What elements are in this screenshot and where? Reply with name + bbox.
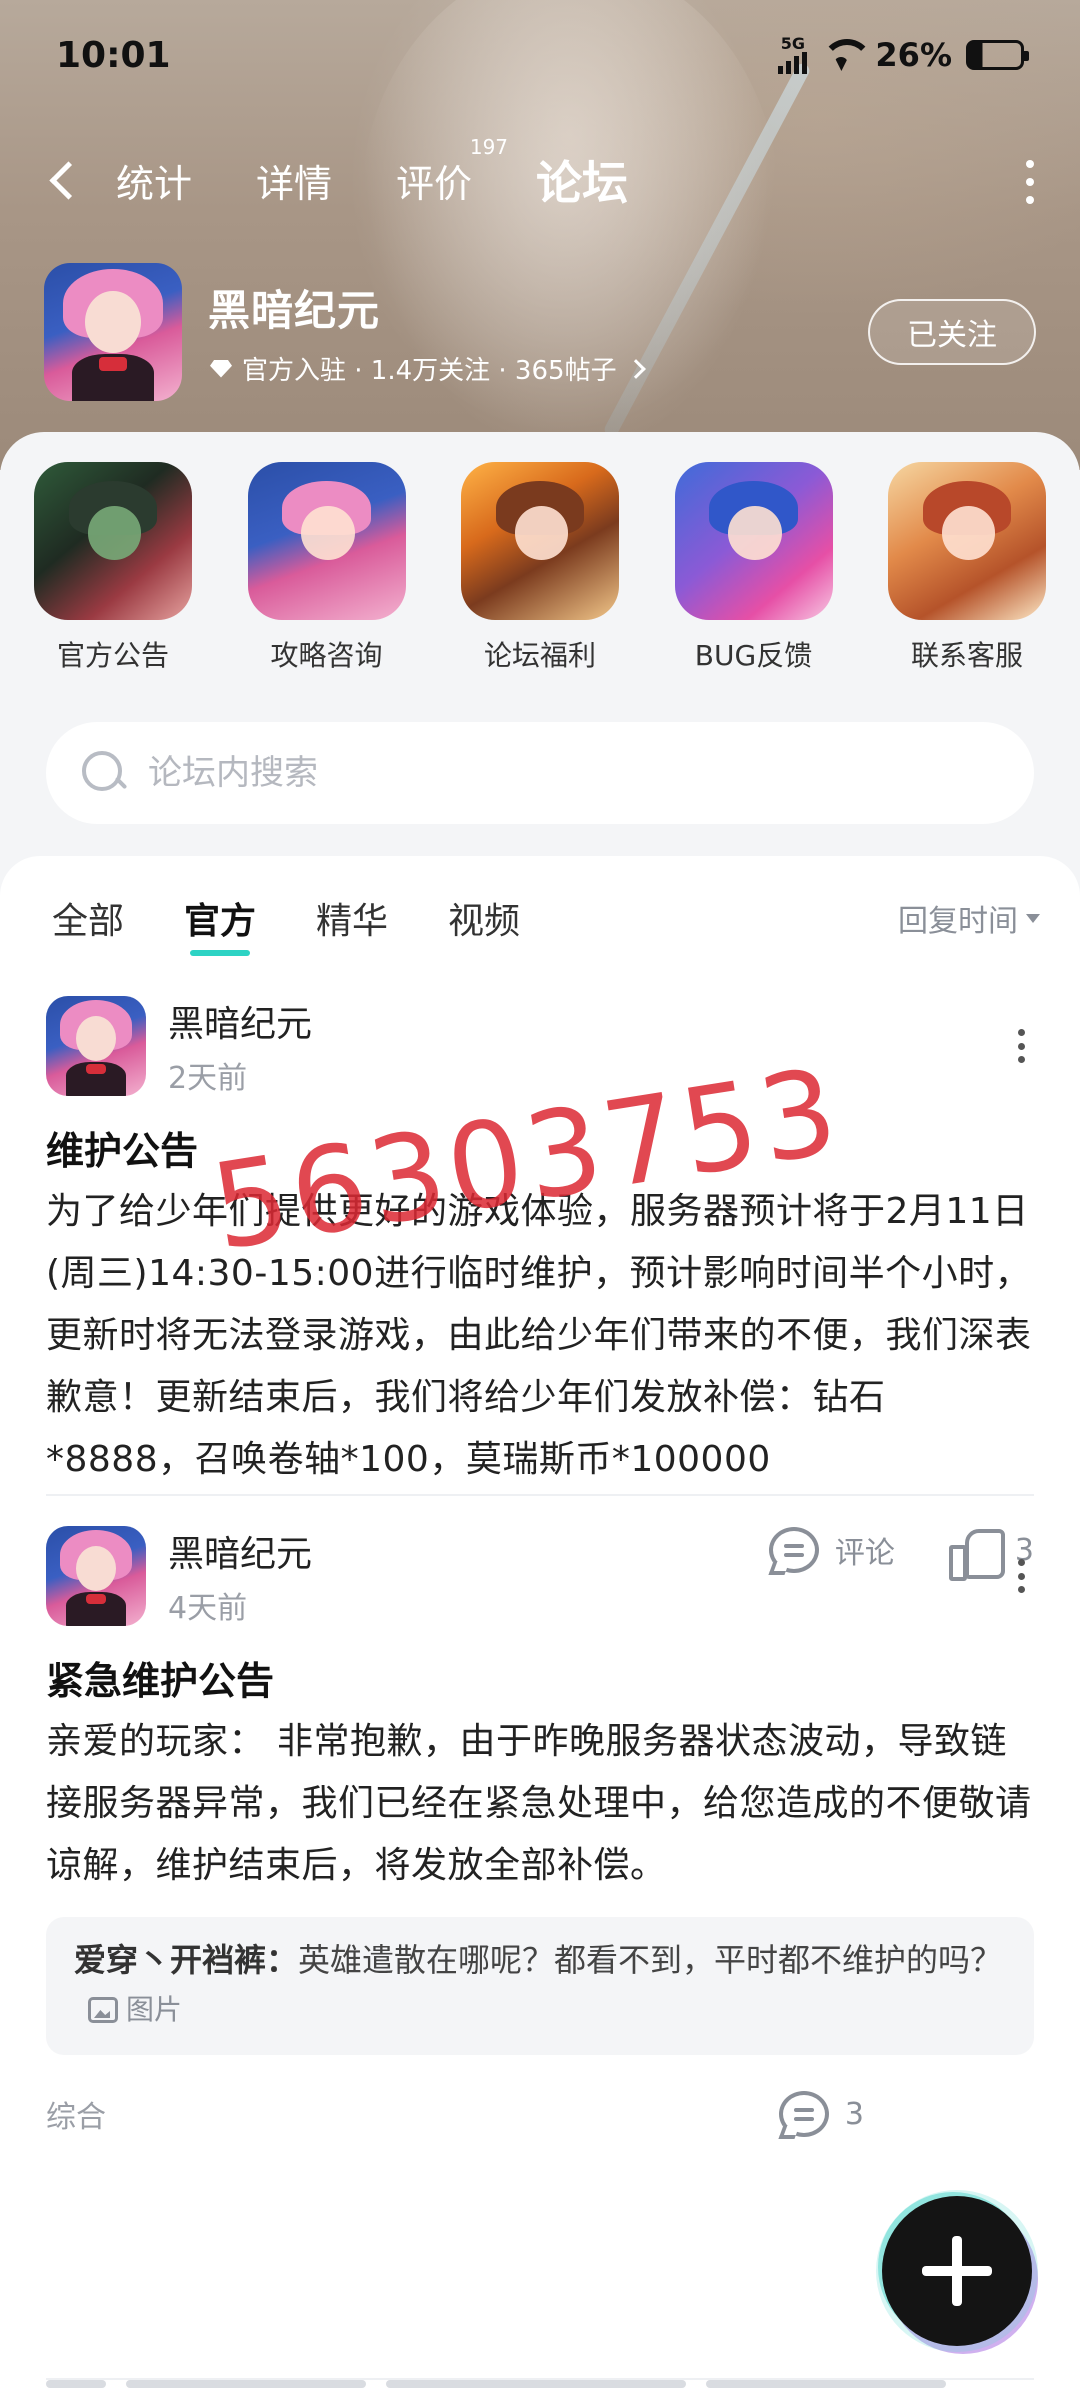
more-options-icon[interactable]: [1024, 160, 1036, 204]
comment-icon: [778, 2091, 829, 2137]
post-more-icon[interactable]: [1016, 1029, 1026, 1063]
forum-hero-banner: 10:01 5G 26% 统计 详情 评价 197 论坛 黑暗纪元 官方入驻 ·…: [0, 0, 1080, 470]
forum-header: 黑暗纪元 官方入驻 · 1.4万关注 · 365帖子 已关注: [44, 262, 1036, 402]
post-title: 紧急维护公告: [46, 1659, 275, 1703]
post-footer: 综合 3: [46, 2069, 1034, 2159]
category-label: 官方公告: [56, 639, 169, 672]
category-label: BUG反馈: [694, 639, 813, 672]
create-post-button[interactable]: [882, 2196, 1032, 2346]
post-card[interactable]: 黑暗纪元 4天前 紧急维护公告 亲爱的玩家： 非常抱歉，由于昨晚服务器状态波动，…: [0, 1524, 1080, 2159]
post-card[interactable]: 黑暗纪元 2天前 维护公告 为了给少年们提供更好的游戏体验，服务器预计将于2月1…: [0, 994, 1080, 1595]
category-label: 攻略咨询: [270, 639, 383, 672]
tab-reviews[interactable]: 评价 197: [396, 135, 508, 208]
category-shortcuts: 官方公告 攻略咨询 论坛福利 BUG反馈 联系客服: [0, 462, 1080, 692]
follow-button[interactable]: 已关注: [868, 299, 1036, 365]
reply-user: 爱穿丶开裆裤：: [74, 1941, 299, 1979]
category-welfare[interactable]: 论坛福利: [461, 462, 619, 692]
category-bug-report[interactable]: BUG反馈: [674, 462, 833, 692]
back-arrow-icon[interactable]: [44, 150, 84, 210]
network-type: 5G: [780, 34, 806, 53]
network-indicator: 5G: [778, 34, 808, 74]
forum-avatar: [44, 263, 182, 401]
reviews-count-badge: 197: [469, 134, 509, 159]
top-reply-preview[interactable]: 爱穿丶开裆裤：英雄遣散在哪呢？都看不到，平时都不维护的吗？ 图片: [46, 1917, 1034, 2055]
search-input[interactable]: [148, 753, 948, 793]
official-diamond-icon: [208, 358, 234, 380]
post-tag[interactable]: 综合: [46, 2092, 106, 2136]
bug-report-icon: [674, 462, 833, 620]
post-header: 黑暗纪元 4天前: [46, 1524, 1034, 1628]
post-feed: 全部 官方 精华 视频 回复时间 黑暗纪元 2天前 维护公告 为了给少年们提供更…: [0, 856, 1080, 2400]
filter-tab-video[interactable]: 视频: [448, 892, 520, 944]
strategy-icon: [247, 462, 406, 620]
comment-button[interactable]: 3: [778, 2091, 864, 2137]
announcement-icon: [34, 462, 192, 620]
reply-text: 英雄遣散在哪呢？都看不到，平时都不维护的吗？: [298, 1941, 1003, 1979]
post-header: 黑暗纪元 2天前: [46, 994, 1034, 1098]
sort-label: 回复时间: [898, 904, 1018, 939]
post-time: 2天前: [168, 1061, 248, 1096]
category-customer-service[interactable]: 联系客服: [888, 462, 1046, 692]
reply-image-chip[interactable]: 图片: [88, 1985, 182, 2035]
tab-stats[interactable]: 统计: [116, 153, 192, 208]
post-author[interactable]: 黑暗纪元: [168, 995, 312, 1047]
post-actions: 3: [778, 2091, 864, 2137]
filter-tabs: 全部 官方 精华 视频 回复时间: [0, 856, 1080, 980]
forum-content-sheet: 官方公告 攻略咨询 论坛福利 BUG反馈 联系客服 论坛内搜索 全部 官方 精华…: [0, 432, 1080, 2400]
comment-count: 3: [844, 2096, 864, 2132]
forum-name: 黑暗纪元: [208, 286, 381, 335]
sort-dropdown[interactable]: 回复时间: [898, 896, 1040, 940]
forum-info[interactable]: 黑暗纪元 官方入驻 · 1.4万关注 · 365帖子: [208, 277, 646, 387]
chevron-right-icon: [625, 358, 646, 379]
welfare-icon: [461, 462, 619, 620]
forum-search-bar[interactable]: [46, 722, 1034, 824]
status-icons: 5G 26%: [778, 34, 1029, 74]
signal-icon: [778, 52, 808, 74]
author-avatar[interactable]: [46, 996, 146, 1096]
category-label: 联系客服: [910, 639, 1023, 672]
forum-meta-text: 官方入驻 · 1.4万关注 · 365帖子: [242, 356, 617, 386]
post-more-icon[interactable]: [1016, 1559, 1026, 1593]
post-title: 维护公告: [46, 1129, 199, 1173]
post-author[interactable]: 黑暗纪元: [168, 1525, 312, 1577]
post-divider: [46, 1494, 1034, 1496]
status-time: 10:01: [56, 34, 171, 76]
reply-image-label: 图片: [126, 1993, 183, 2026]
tab-details[interactable]: 详情: [256, 153, 332, 208]
top-nav: 统计 详情 评价 197 论坛: [0, 135, 1080, 220]
next-post-peek: [46, 2380, 1046, 2400]
post-body: 为了给少年们提供更好的游戏体验，服务器预计将于2月11日(周三)14:30-15…: [46, 1191, 1032, 1480]
caret-down-icon: [1026, 913, 1040, 923]
wifi-icon: [821, 39, 874, 71]
category-official-announcements[interactable]: 官方公告: [34, 462, 192, 692]
battery-percent: 26%: [875, 36, 952, 74]
post-body: 亲爱的玩家： 非常抱歉，由于昨晚服务器状态波动，导致链接服务器异常，我们已经在紧…: [46, 1721, 1032, 1886]
filter-tab-all[interactable]: 全部: [52, 892, 124, 944]
customer-service-icon: [888, 462, 1046, 620]
image-icon: [88, 1997, 118, 2023]
filter-tab-official[interactable]: 官方: [184, 892, 256, 956]
battery-icon: [966, 40, 1029, 70]
filter-tab-featured[interactable]: 精华: [316, 892, 388, 944]
forum-meta[interactable]: 官方入驻 · 1.4万关注 · 365帖子: [208, 350, 646, 387]
tab-reviews-label: 评价: [396, 161, 473, 206]
search-icon: [80, 749, 128, 797]
status-bar: 10:01 5G 26%: [0, 0, 1080, 110]
post-time: 4天前: [168, 1591, 248, 1626]
author-info: 黑暗纪元 4天前: [168, 1525, 312, 1627]
author-avatar[interactable]: [46, 1526, 146, 1626]
author-info: 黑暗纪元 2天前: [168, 995, 312, 1097]
plus-icon: [922, 2236, 992, 2306]
category-strategy[interactable]: 攻略咨询: [247, 462, 406, 692]
category-label: 论坛福利: [483, 639, 596, 672]
tab-forum[interactable]: 论坛: [536, 147, 629, 213]
